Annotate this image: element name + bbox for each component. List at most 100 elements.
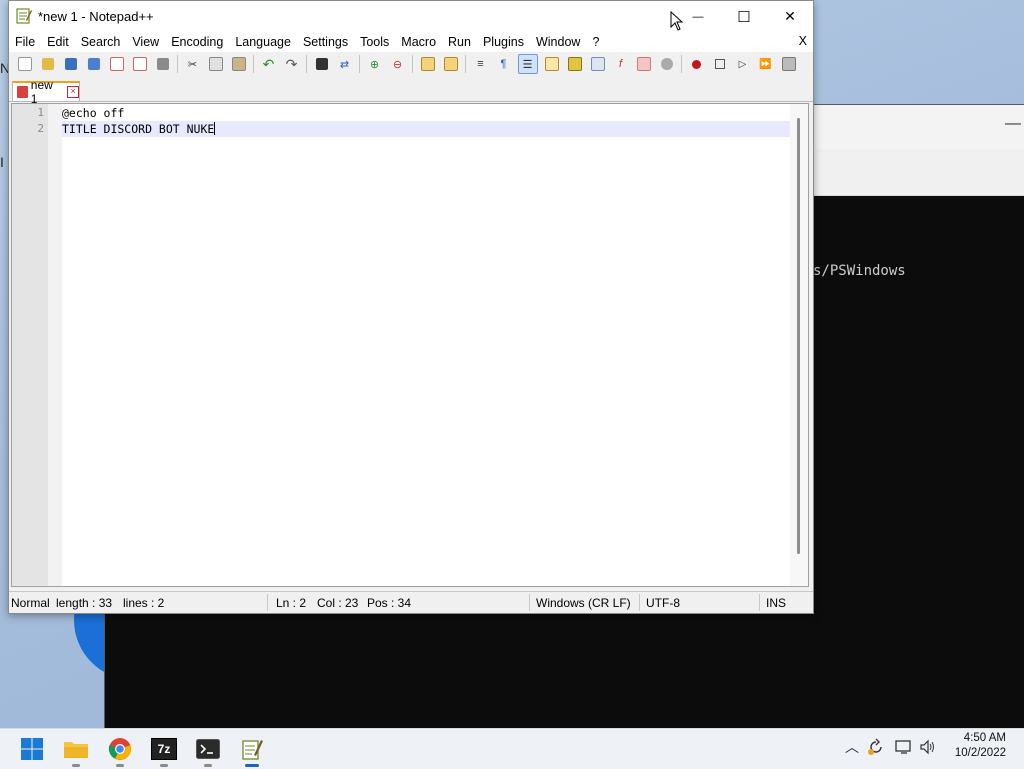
title-bar[interactable]: *new 1 - Notepad++ — ☐ ✕ [9,1,813,32]
status-divider [529,594,530,611]
taskbar-notepadpp[interactable] [236,733,268,767]
menu-view[interactable]: View [126,35,165,49]
doc-list-icon[interactable] [589,55,607,73]
tab-close-icon[interactable]: × [67,86,79,98]
monitoring-icon[interactable] [658,55,676,73]
maximize-icon: ☐ [737,8,751,26]
menu-run[interactable]: Run [442,35,477,49]
sync-horizontal-icon[interactable] [442,55,460,73]
close-file-icon[interactable] [108,55,126,73]
toolbar-separator [465,55,466,73]
7zip-icon: 7z [151,738,177,760]
function-list-icon[interactable]: f [612,55,630,73]
status-ins: INS [766,596,787,610]
file-explorer-icon [64,742,88,758]
toolbar: ✂ ↶ ↷ ⇄ ⊕ ⊖ ≡ ¶ ☰ f ▷ ⏩ [9,52,813,76]
menu-language[interactable]: Language [229,35,297,49]
taskbar-chrome[interactable] [104,733,136,767]
fold-margin [48,104,62,586]
status-bar: Normal length : 33 lines : 2 Ln : 2 Col … [9,591,813,613]
undo-icon[interactable]: ↶ [260,55,278,73]
indent-guide-icon[interactable]: ☰ [517,54,538,74]
tab-label: new 1 [30,78,53,106]
find-icon[interactable] [313,55,331,73]
status-lines: lines : 2 [123,596,165,610]
toolbar-separator [306,55,307,73]
status-col: Col : 23 [317,596,359,610]
menu-help[interactable]: ? [586,35,605,49]
volume-icon[interactable] [918,737,938,757]
code-line-text: TITLE DISCORD BOT NUKE [62,122,215,136]
code-line-text: @echo off [62,106,125,120]
taskbar-terminal[interactable] [192,733,224,767]
close-document-button[interactable]: X [799,34,807,48]
copy-icon[interactable] [207,55,225,73]
editor-area[interactable]: 1 2 @echo off TITLE DISCORD BOT NUKE [11,103,809,587]
doc-map-icon[interactable] [566,55,584,73]
define-language-icon[interactable] [543,55,561,73]
tab-new-1[interactable]: new 1 × [12,78,80,106]
maximize-button[interactable]: ☐ [721,1,767,32]
menu-edit[interactable]: Edit [41,35,75,49]
terminal-minimize-icon[interactable]: — [1005,115,1021,133]
save-macro-icon[interactable] [780,55,798,73]
sync-vertical-icon[interactable] [419,55,437,73]
code-line-current[interactable]: TITLE DISCORD BOT NUKE [62,121,790,137]
code-line[interactable]: @echo off [62,105,790,121]
unsaved-file-icon [17,86,28,98]
window-title: *new 1 - Notepad++ [38,9,154,24]
taskbar-7zip[interactable]: 7z [148,733,180,767]
menu-window[interactable]: Window [530,35,586,49]
word-wrap-icon[interactable]: ≡ [472,55,490,73]
vertical-scrollbar[interactable] [790,104,808,586]
start-icon [21,738,43,760]
scrollbar-thumb[interactable] [797,118,800,554]
notepadpp-window[interactable]: *new 1 - Notepad++ — ☐ ✕ File Edit Searc… [8,0,814,614]
status-ln: Ln : 2 [276,596,307,610]
status-divider [759,594,760,611]
menu-file[interactable]: File [9,35,41,49]
status-mode: Normal [11,596,50,610]
status-length: length : 33 [56,596,113,610]
toolbar-separator [253,55,254,73]
close-all-icon[interactable] [131,55,149,73]
show-all-chars-icon[interactable]: ¶ [495,55,513,73]
menu-settings[interactable]: Settings [297,35,354,49]
zoom-in-icon[interactable]: ⊕ [366,55,384,73]
play-macro-icon[interactable]: ▷ [734,55,752,73]
menu-bar: File Edit Search View Encoding Language … [9,32,813,52]
line-number: 2 [37,122,44,135]
replace-icon[interactable]: ⇄ [336,55,354,73]
paste-icon[interactable] [230,55,248,73]
start-button[interactable] [16,733,48,765]
cut-icon[interactable]: ✂ [184,55,202,73]
folder-workspace-icon[interactable] [635,55,653,73]
clock-time: 4:50 AM [963,732,1006,744]
stop-macro-icon[interactable] [711,55,729,73]
menu-macro[interactable]: Macro [395,35,442,49]
menu-plugins[interactable]: Plugins [477,35,530,49]
record-macro-icon[interactable] [688,55,706,73]
active-indicator [245,764,259,767]
toolbar-separator [681,55,682,73]
open-file-icon[interactable] [39,55,57,73]
taskbar-file-explorer[interactable] [60,733,92,767]
close-button[interactable]: ✕ [767,1,813,32]
menu-encoding[interactable]: Encoding [165,35,229,49]
redo-icon[interactable]: ↷ [283,55,301,73]
save-icon[interactable] [62,55,80,73]
save-all-icon[interactable] [85,55,103,73]
system-clock[interactable]: 4:50 AM 10/2/2022 [955,731,1006,761]
update-icon[interactable] [866,737,886,757]
tray-overflow-chevron-icon[interactable]: ︿ [842,737,862,757]
print-icon[interactable] [154,55,172,73]
zoom-out-icon[interactable]: ⊖ [389,55,407,73]
running-indicator [160,764,168,767]
menu-search[interactable]: Search [75,35,127,49]
menu-tools[interactable]: Tools [354,35,395,49]
running-indicator [204,764,212,767]
network-icon[interactable] [894,737,914,757]
status-divider [267,594,268,611]
new-file-icon[interactable] [16,55,34,73]
play-multiple-macro-icon[interactable]: ⏩ [757,55,775,73]
